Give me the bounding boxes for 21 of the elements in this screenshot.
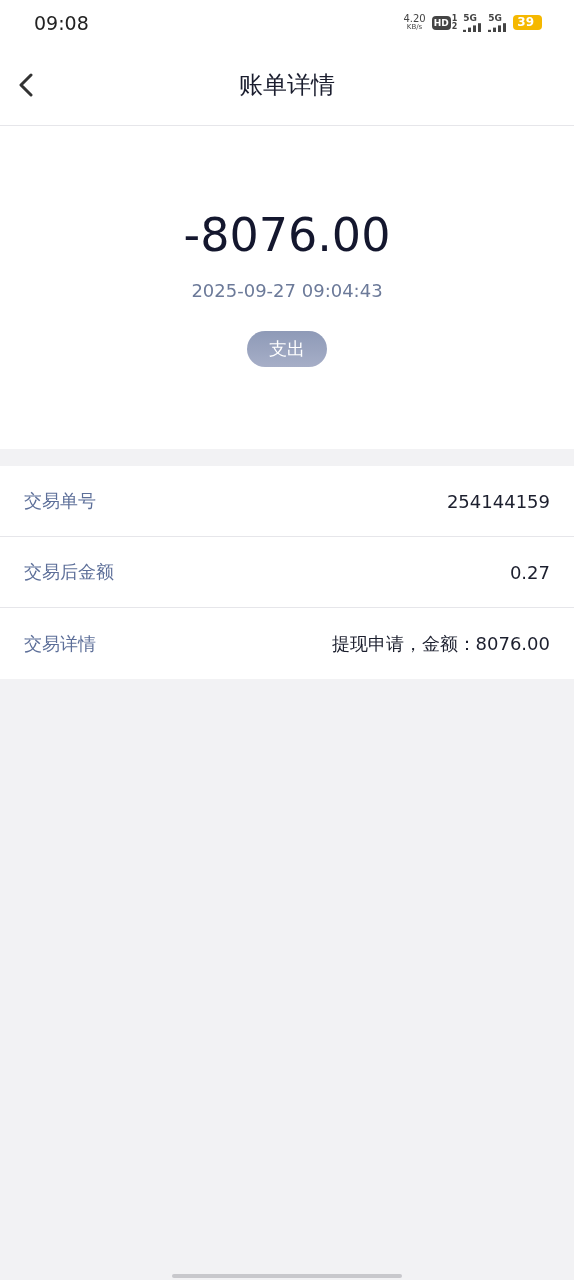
detail-label: 交易后金额 [24, 560, 114, 584]
back-icon[interactable] [18, 73, 34, 97]
sim-number: 1 [451, 14, 458, 23]
page-title: 账单详情 [239, 70, 335, 101]
transaction-time: 2025-09-27 09:04:43 [191, 280, 383, 301]
detail-label: 交易单号 [24, 489, 96, 513]
type-tag: 支出 [247, 331, 327, 367]
signal-icon [488, 22, 508, 32]
amount: -8076.00 [183, 212, 391, 258]
status-time: 09:08 [34, 11, 89, 34]
hd-badge: HD [431, 15, 451, 30]
detail-value: 254144159 [446, 490, 550, 512]
network-type: 5G [463, 13, 477, 23]
detail-label: 交易详情 [24, 631, 96, 656]
network-speed: 4.20 [403, 14, 426, 24]
detail-value: 0.27 [509, 561, 550, 583]
detail-value: 提现申请，金额：8076.00 [331, 631, 550, 656]
signal-icon [463, 22, 483, 32]
network-type: 5G [488, 13, 502, 23]
sim-number: 2 [451, 22, 458, 31]
battery-level: 39 [513, 14, 542, 31]
